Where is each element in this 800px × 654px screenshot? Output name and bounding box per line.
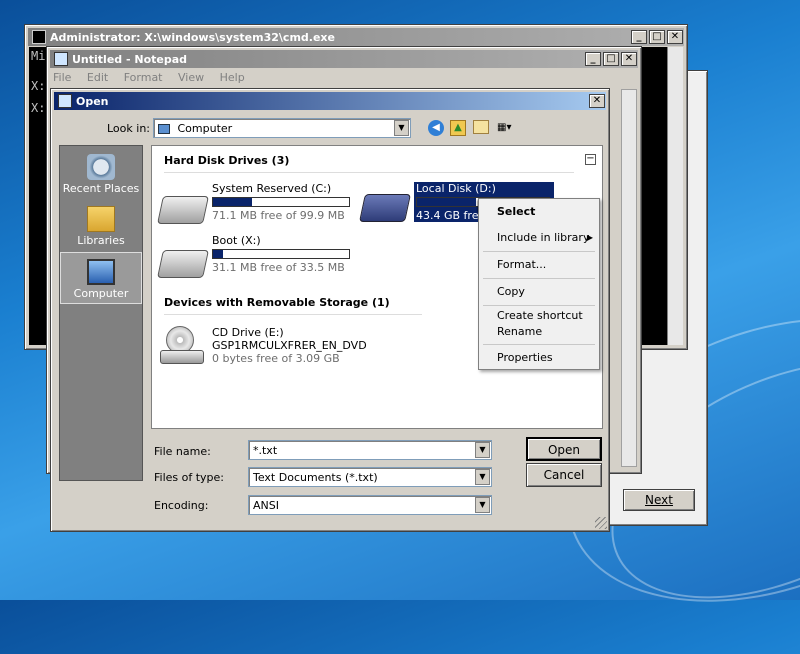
menu-item-label: Include in library [497, 231, 590, 244]
file-name-value: *.txt [253, 444, 278, 457]
close-button[interactable]: ✕ [621, 52, 637, 66]
encoding-label: Encoding: [154, 499, 209, 512]
submenu-arrow-icon: ▶ [586, 233, 593, 242]
notepad-title: Untitled - Notepad [72, 52, 188, 66]
drive-name: System Reserved (C:) [212, 182, 332, 195]
look-in-label: Look in: [107, 122, 150, 135]
menu-item-rename[interactable]: Rename [479, 322, 599, 344]
maximize-button[interactable]: □ [603, 52, 619, 66]
chevron-down-icon[interactable]: ▼ [475, 469, 490, 485]
collapse-icon[interactable]: − [585, 154, 596, 165]
drive-e[interactable]: CD Drive (E:) GSP1RMCULXFRER_EN_DVD 0 by… [212, 326, 367, 365]
drive-x[interactable]: Boot (X:) 31.1 MB free of 33.5 MB [212, 234, 350, 274]
drive-free: 31.1 MB free of 33.5 MB [212, 261, 345, 274]
notepad-titlebar[interactable]: Untitled - Notepad [50, 50, 638, 68]
up-folder-icon[interactable]: ▲ [450, 120, 466, 136]
menu-item-copy[interactable]: Copy [479, 279, 599, 305]
context-menu: Select Include in library ▶ Format... Co… [478, 198, 600, 370]
libraries-icon [87, 206, 115, 232]
menu-item-properties[interactable]: Properties [479, 345, 599, 371]
place-label: Computer [73, 287, 129, 300]
chevron-down-icon[interactable]: ▼ [394, 120, 409, 136]
cmd-titlebar[interactable]: Administrator: X:\windows\system32\cmd.e… [28, 28, 684, 46]
place-computer[interactable]: Computer [60, 252, 142, 304]
drive-name: Boot (X:) [212, 234, 261, 247]
new-folder-icon[interactable] [473, 120, 489, 134]
notepad-icon [58, 94, 72, 108]
places-bar: Recent Places Libraries Computer [59, 145, 143, 481]
view-menu-icon[interactable]: ▦▾ [497, 120, 519, 136]
back-icon[interactable]: ◀ [428, 120, 444, 136]
close-button[interactable]: ✕ [589, 94, 605, 108]
file-name-label: File name: [154, 445, 211, 458]
drive-free: 71.1 MB free of 99.9 MB [212, 209, 345, 222]
place-libraries[interactable]: Libraries [60, 200, 142, 252]
file-type-label: Files of type: [154, 471, 225, 484]
drive-usage-bar [212, 197, 350, 207]
disc-label: GSP1RMCULXFRER_EN_DVD [212, 339, 367, 352]
notepad-icon [54, 52, 68, 66]
cancel-button[interactable]: Cancel [526, 463, 602, 487]
place-recent-places[interactable]: Recent Places [60, 148, 142, 200]
menu-format[interactable]: Format [124, 71, 163, 84]
notepad-menubar: File Edit Format View Help [53, 71, 257, 84]
section-header-hdd: Hard Disk Drives (3) [164, 154, 290, 167]
menu-item-include-in-library[interactable]: Include in library ▶ [479, 225, 599, 251]
notepad-scrollbar[interactable] [621, 89, 637, 467]
menu-item-select[interactable]: Select [479, 199, 599, 225]
hard-drive-icon [359, 194, 411, 222]
drive-c[interactable]: System Reserved (C:) 71.1 MB free of 99.… [212, 182, 350, 222]
encoding-value: ANSI [253, 499, 279, 512]
resize-grip-icon[interactable] [595, 517, 607, 529]
computer-icon [87, 259, 115, 285]
computer-icon [158, 124, 170, 134]
next-button[interactable]: Next [623, 489, 695, 511]
encoding-dropdown[interactable]: ANSI ▼ [248, 495, 492, 515]
drive-free: 0 bytes free of 3.09 GB [212, 352, 340, 365]
file-name-input[interactable]: *.txt ▼ [248, 440, 492, 460]
drive-usage-bar [212, 249, 350, 259]
menu-help[interactable]: Help [220, 71, 245, 84]
section-divider [164, 172, 574, 173]
menu-edit[interactable]: Edit [87, 71, 108, 84]
file-type-value: Text Documents (*.txt) [253, 471, 378, 484]
look-in-value: Computer [177, 122, 233, 135]
minimize-button[interactable]: _ [631, 30, 647, 44]
look-in-dropdown[interactable]: Computer ▼ [153, 118, 411, 138]
hard-drive-icon [157, 250, 209, 278]
open-dialog-title: Open [76, 94, 109, 108]
recent-places-icon [87, 154, 115, 180]
cmd-icon [32, 30, 46, 44]
cmd-scrollbar[interactable] [667, 47, 683, 345]
hard-drive-icon [157, 196, 209, 224]
section-header-removable: Devices with Removable Storage (1) [164, 296, 390, 309]
menu-item-create-shortcut[interactable]: Create shortcut [479, 306, 599, 322]
chevron-down-icon[interactable]: ▼ [475, 442, 490, 458]
cmd-title: Administrator: X:\windows\system32\cmd.e… [50, 30, 335, 44]
open-dialog-titlebar[interactable]: Open [54, 92, 606, 110]
menu-view[interactable]: View [178, 71, 204, 84]
cd-drive-icon [160, 326, 204, 366]
open-button[interactable]: Open [526, 437, 602, 461]
file-type-dropdown[interactable]: Text Documents (*.txt) ▼ [248, 467, 492, 487]
close-button[interactable]: ✕ [667, 30, 683, 44]
menu-item-format[interactable]: Format... [479, 252, 599, 278]
menu-file[interactable]: File [53, 71, 71, 84]
drive-name: Local Disk (D:) [416, 182, 496, 195]
drive-name: CD Drive (E:) [212, 326, 284, 339]
section-divider [164, 314, 422, 315]
place-label: Recent Places [62, 182, 140, 195]
chevron-down-icon[interactable]: ▼ [475, 497, 490, 513]
minimize-button[interactable]: _ [585, 52, 601, 66]
place-label: Libraries [77, 234, 125, 247]
maximize-button[interactable]: □ [649, 30, 665, 44]
